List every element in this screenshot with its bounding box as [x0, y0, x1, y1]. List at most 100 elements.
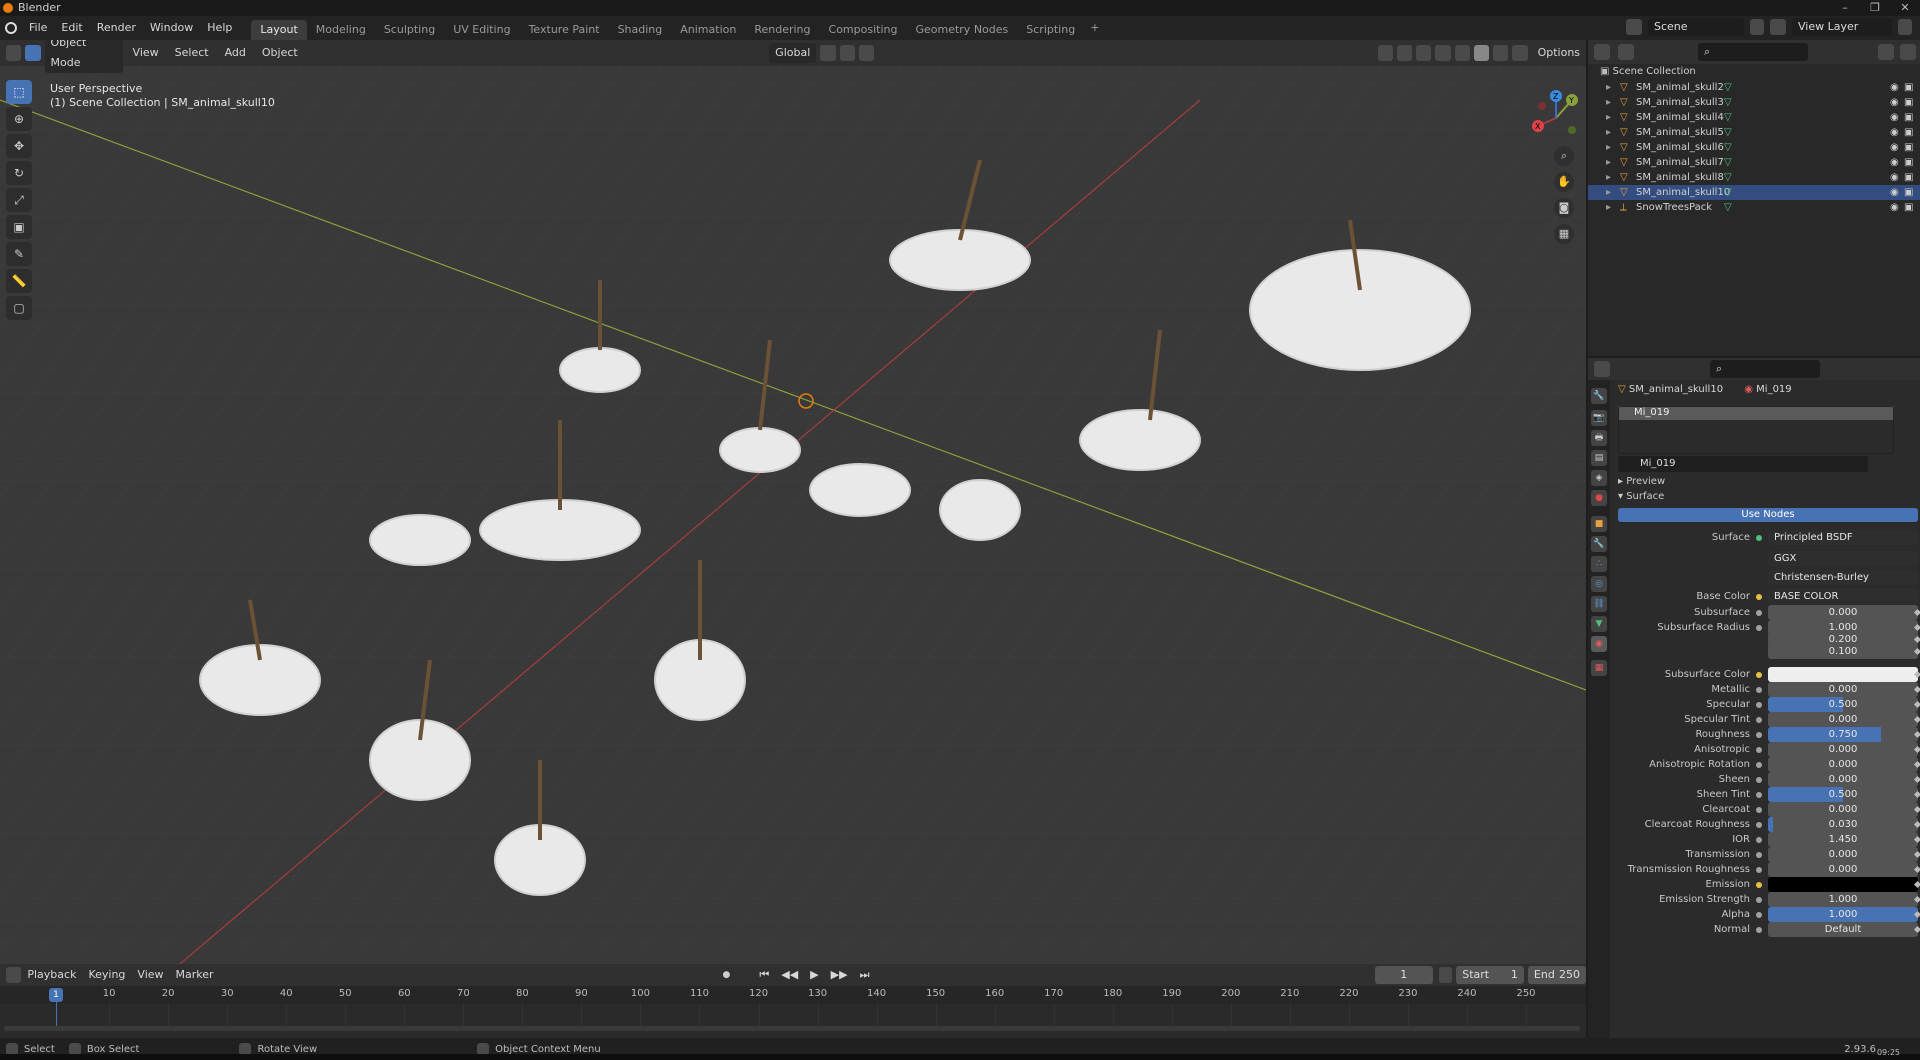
next-key-icon[interactable]: ▶▶ — [825, 965, 854, 985]
tab-uv-editing[interactable]: UV Editing — [444, 20, 519, 40]
output-tab-icon[interactable]: 🖶 — [1591, 430, 1607, 446]
distribution-dropdown[interactable]: GGX — [1768, 551, 1918, 566]
move-tool-icon[interactable]: ✥ — [6, 134, 32, 158]
rendered-shading-icon[interactable] — [1512, 45, 1528, 61]
timeline-editor-type-icon[interactable] — [6, 967, 22, 983]
measure-tool-icon[interactable]: 📏 — [6, 269, 32, 293]
outliner-item-name[interactable]: SM_animal_skull7 — [1636, 155, 1724, 170]
properties-panel[interactable]: ⌕ 🔧 📷 🖶 ▤ ◈ ● ■ 🔧 ∴ ◎ ⛓ ▼ ◉ ▦ ▽ SM_anima… — [1588, 358, 1920, 1038]
gizmo-toggle-icon[interactable] — [1396, 45, 1413, 61]
camera-icon[interactable]: ▣ — [1904, 140, 1913, 155]
snap-icon[interactable] — [839, 45, 855, 61]
expand-arrow-icon[interactable]: ▸ — [1606, 140, 1611, 155]
outliner-row[interactable]: ▸ ▽ SM_animal_skull2 ▽ ◉ ▣ — [1588, 80, 1920, 95]
add-workspace-button[interactable]: + — [1084, 16, 1105, 40]
tab-scripting[interactable]: Scripting — [1017, 20, 1084, 40]
preview-range-icon[interactable] — [1438, 967, 1453, 983]
mesh-data-icon[interactable]: ▽ — [1724, 125, 1732, 140]
value-slider[interactable]: 0.000 — [1768, 802, 1918, 817]
proportional-edit-icon[interactable] — [858, 45, 875, 61]
tab-compositing[interactable]: Compositing — [820, 20, 907, 40]
camera-icon[interactable]: ▣ — [1904, 170, 1913, 185]
value-slider[interactable]: 1.450 — [1768, 832, 1918, 847]
value-slider[interactable]: 1.000 — [1768, 892, 1918, 907]
socket-icon[interactable] — [1756, 610, 1762, 616]
expand-arrow-icon[interactable]: ▸ — [1606, 185, 1611, 200]
tab-animation[interactable]: Animation — [671, 20, 745, 40]
scene-icon[interactable] — [1626, 19, 1642, 35]
value-slider[interactable]: 0.500 — [1768, 787, 1918, 802]
outliner-editor-type-icon[interactable] — [1594, 44, 1610, 60]
outliner-row[interactable]: ▸ ▽ SM_animal_skull10 ▽ ◉ ▣ — [1588, 185, 1920, 200]
data-tab-icon[interactable]: ▼ — [1591, 616, 1607, 632]
end-frame-field[interactable]: End 250 — [1527, 966, 1586, 984]
outliner-item-name[interactable]: SM_animal_skull6 — [1636, 140, 1724, 155]
expand-arrow-icon[interactable]: ▸ — [1606, 95, 1611, 110]
socket-icon[interactable] — [1756, 822, 1762, 828]
socket-icon[interactable] — [1756, 792, 1762, 798]
tab-sculpting[interactable]: Sculpting — [375, 20, 444, 40]
expand-arrow-icon[interactable]: ▸ — [1606, 125, 1611, 140]
outliner-item-name[interactable]: SM_animal_skull4 — [1636, 110, 1724, 125]
tab-modeling[interactable]: Modeling — [307, 20, 375, 40]
minimize-icon[interactable]: – — [1830, 0, 1860, 16]
socket-icon[interactable] — [1756, 927, 1762, 933]
mesh-data-icon[interactable]: ▽ — [1724, 155, 1732, 170]
color-swatch[interactable] — [1768, 667, 1918, 682]
camera-icon[interactable]: ▣ — [1904, 200, 1913, 215]
mesh-data-icon[interactable]: ▽ — [1724, 140, 1732, 155]
camera-icon[interactable]: ▣ — [1904, 95, 1913, 110]
new-collection-icon[interactable] — [1900, 44, 1916, 60]
eye-icon[interactable]: ◉ — [1890, 125, 1899, 140]
tree-asset[interactable] — [1249, 249, 1471, 371]
surface-shader-field[interactable]: Principled BSDF — [1768, 530, 1918, 545]
jump-start-icon[interactable]: ⏮ — [753, 965, 775, 985]
scene-tab-icon[interactable]: ◈ — [1591, 470, 1607, 486]
scene-collection-row[interactable]: ▣ Scene Collection — [1588, 64, 1920, 79]
editor-type-icon[interactable] — [6, 45, 22, 61]
tree-asset[interactable] — [1079, 409, 1201, 471]
mesh-data-icon[interactable]: ▽ — [1724, 200, 1732, 215]
tree-asset[interactable] — [559, 347, 641, 393]
shader-socket-icon[interactable] — [1756, 535, 1762, 541]
expand-arrow-icon[interactable]: ▸ — [1606, 155, 1611, 170]
value-slider[interactable]: 0.000 — [1768, 772, 1918, 787]
expand-arrow-icon[interactable]: ▸ — [1606, 170, 1611, 185]
menu-keying[interactable]: Keying — [82, 965, 131, 985]
pan-hand-icon[interactable]: ✋ — [1554, 172, 1574, 192]
camera-icon[interactable]: ▣ — [1904, 155, 1913, 170]
tab-layout[interactable]: Layout — [251, 20, 307, 40]
select-mode-icon[interactable] — [25, 45, 41, 61]
outliner-row[interactable]: ▸ ▽ SM_animal_skull6 ▽ ◉ ▣ — [1588, 140, 1920, 155]
outliner-row[interactable]: ▸ ▽ SM_animal_skull7 ▽ ◉ ▣ — [1588, 155, 1920, 170]
surface-section-header[interactable]: ▾ Surface — [1618, 491, 1664, 502]
tree-asset[interactable] — [939, 479, 1021, 541]
socket-icon[interactable] — [1756, 882, 1762, 888]
color-socket-icon[interactable] — [1756, 594, 1762, 600]
value-slider[interactable]: 0.000 — [1768, 847, 1918, 862]
physics-tab-icon[interactable]: ◎ — [1591, 576, 1607, 592]
jump-end-icon[interactable]: ⏭ — [854, 965, 876, 985]
eye-icon[interactable]: ◉ — [1890, 200, 1899, 215]
mesh-data-icon[interactable]: ▽ — [1724, 110, 1732, 125]
outliner-item-name[interactable]: SM_animal_skull5 — [1636, 125, 1724, 140]
texture-tab-icon[interactable]: ▦ — [1591, 660, 1607, 676]
play-icon[interactable]: ▶ — [804, 965, 824, 985]
base-color-field[interactable]: BASE COLOR — [1768, 589, 1918, 604]
preview-section-header[interactable]: ▸ Preview — [1618, 476, 1665, 487]
tab-shading[interactable]: Shading — [609, 20, 672, 40]
playhead[interactable]: 1 — [49, 988, 63, 1002]
scene-field[interactable]: Scene — [1648, 18, 1744, 36]
use-nodes-button[interactable]: Use Nodes — [1618, 508, 1918, 522]
visibility-icon[interactable] — [1377, 45, 1393, 61]
menu-playback[interactable]: Playback — [21, 965, 82, 985]
properties-search-input[interactable]: ⌕ — [1710, 360, 1820, 378]
object-tab-icon[interactable]: ■ — [1591, 516, 1607, 532]
socket-icon[interactable] — [1756, 687, 1762, 693]
camera-icon[interactable]: ▣ — [1904, 125, 1913, 140]
socket-icon[interactable] — [1756, 672, 1762, 678]
menu-view[interactable]: View — [127, 43, 165, 63]
navigation-gizmo[interactable]: Y X Z — [1528, 90, 1584, 146]
value-slider[interactable]: 0.030 — [1768, 817, 1918, 832]
outliner-row[interactable]: ▸ ▽ SM_animal_skull3 ▽ ◉ ▣ — [1588, 95, 1920, 110]
